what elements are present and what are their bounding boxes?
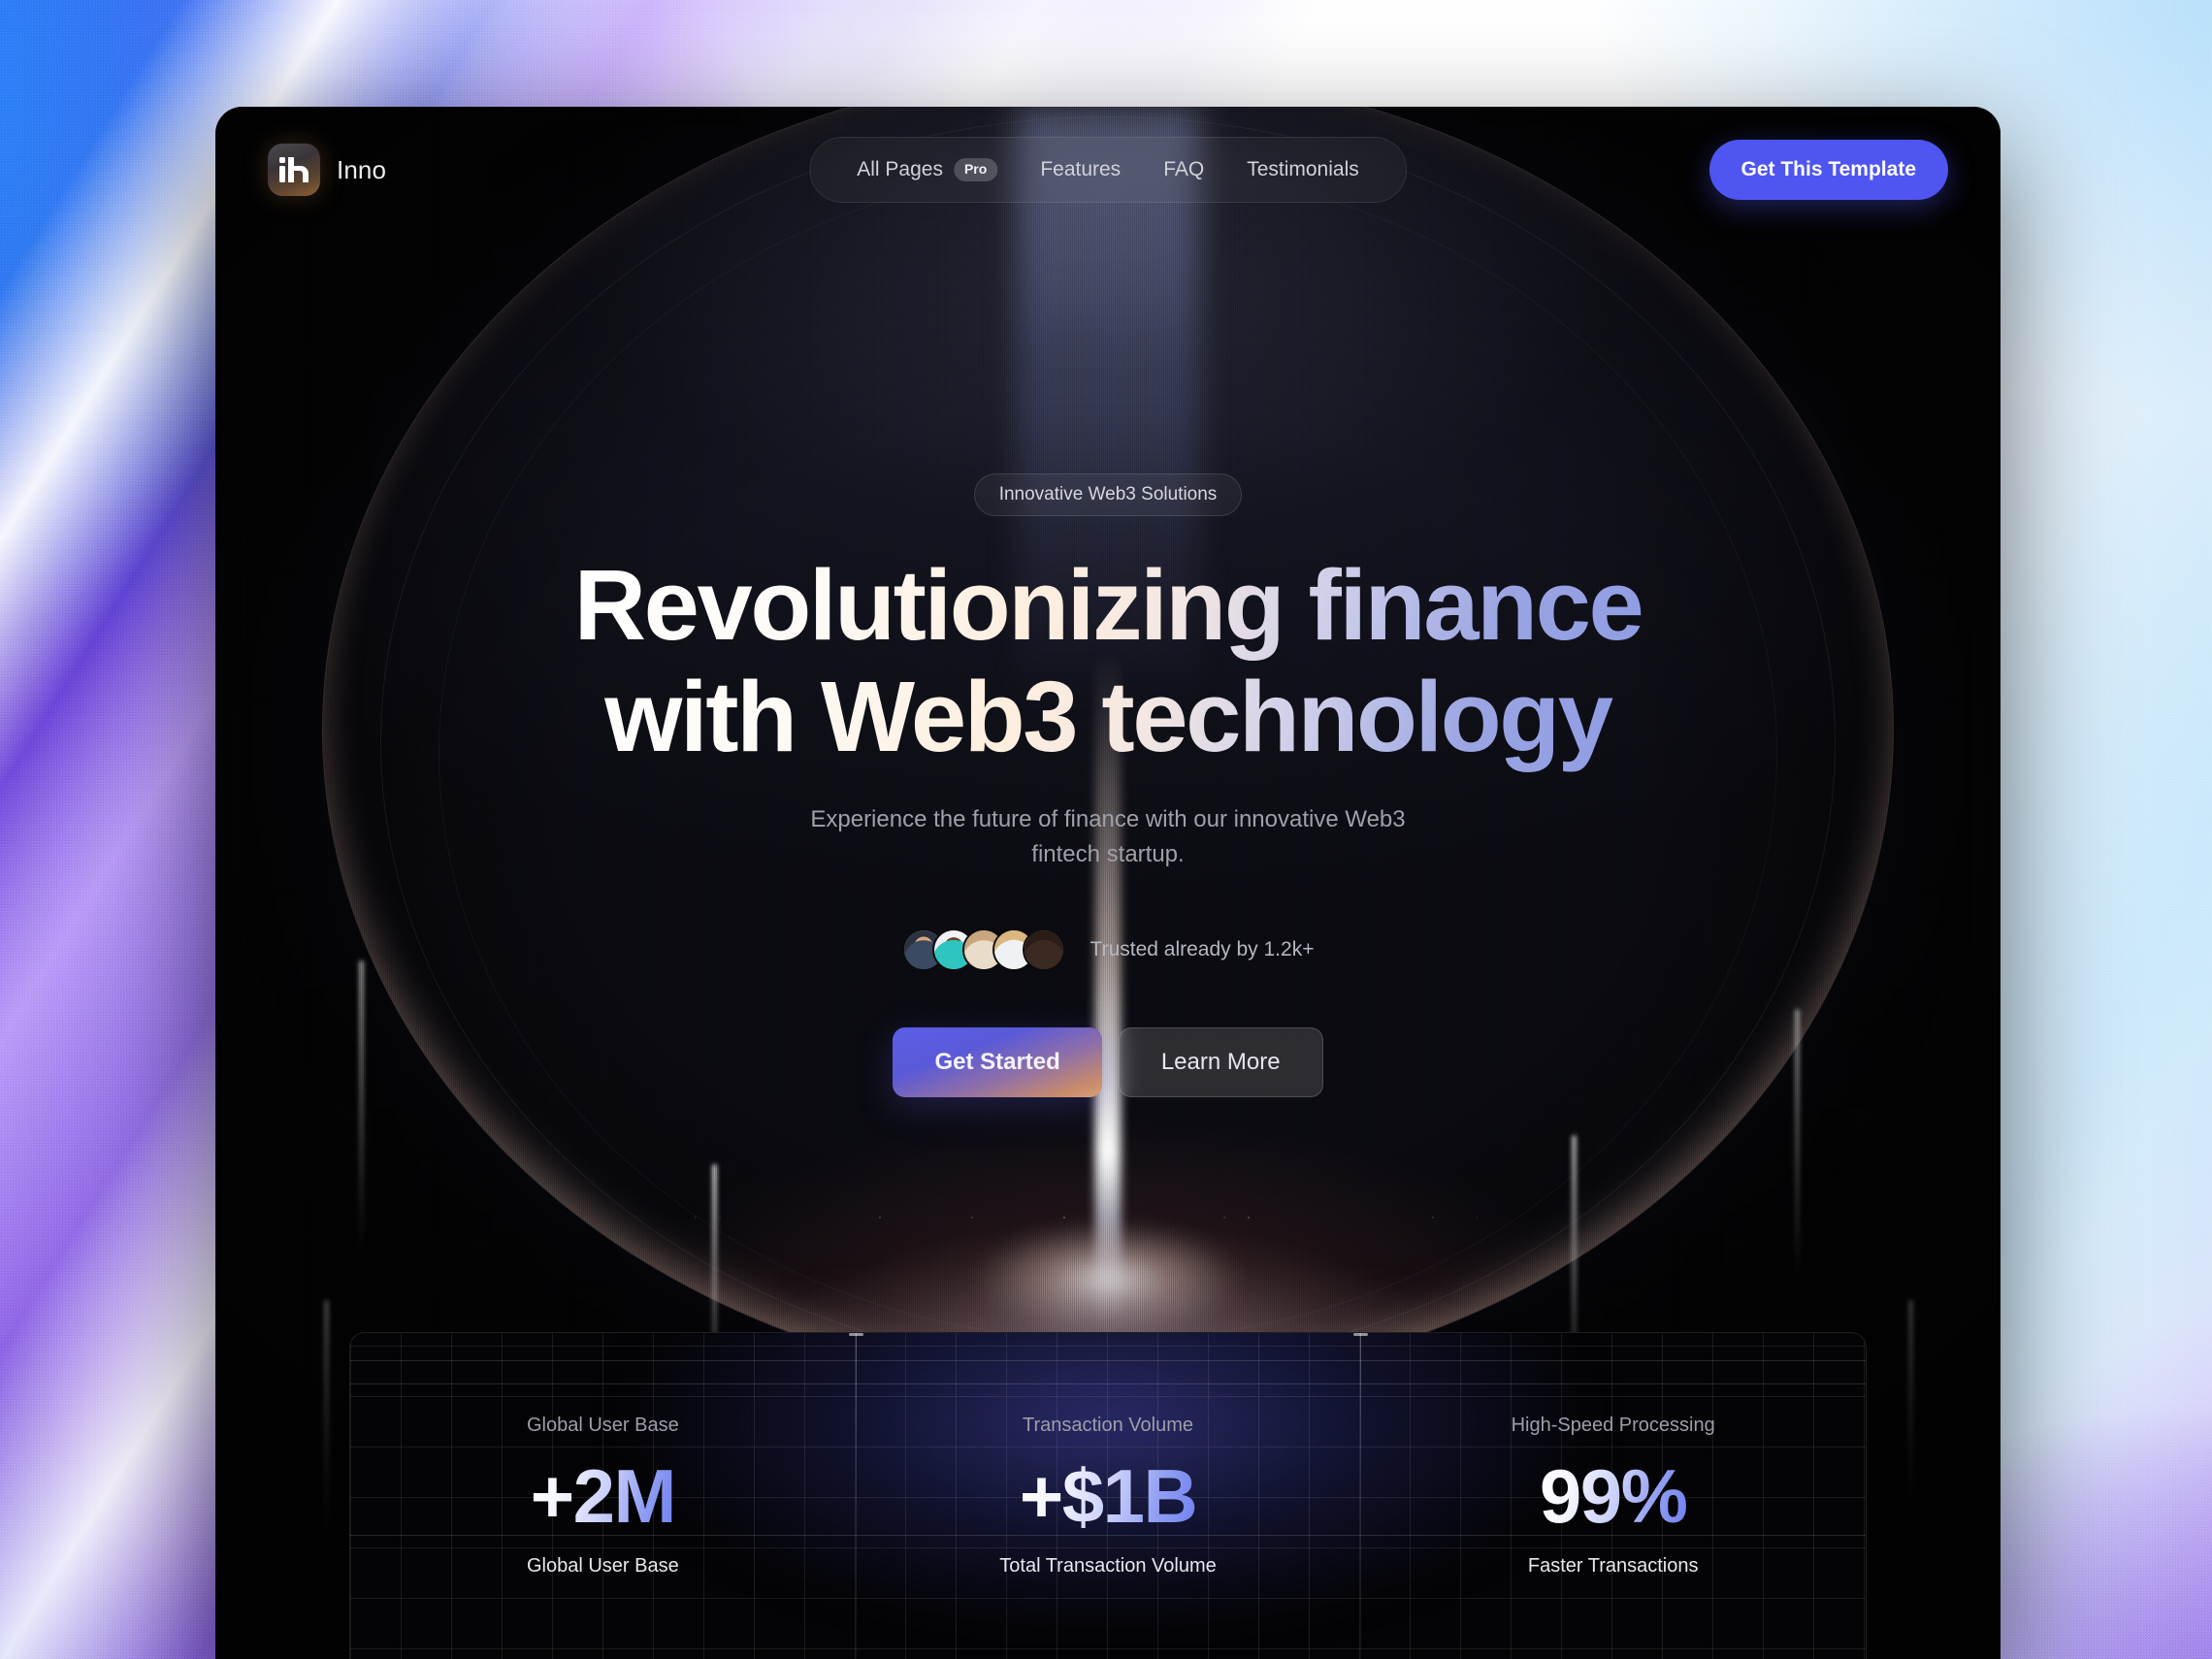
navbar: Inno All Pages Pro Features FAQ Testimon… bbox=[215, 107, 2001, 233]
hero-eyebrow-badge: Innovative Web3 Solutions bbox=[973, 473, 1243, 516]
nav-item-all-pages[interactable]: All Pages Pro bbox=[835, 150, 1019, 189]
get-started-button[interactable]: Get Started bbox=[893, 1026, 1102, 1097]
headline-line-2: with Web3 technology bbox=[604, 661, 1611, 773]
hero-section: Innovative Web3 Solutions Revolutionizin… bbox=[215, 107, 2001, 1097]
headline-line-1: Revolutionizing finance bbox=[573, 549, 1643, 661]
stat-value: 99% bbox=[1539, 1453, 1688, 1539]
avatar bbox=[1022, 927, 1065, 971]
stats-panel: Global User Base +2M Global User Base Tr… bbox=[349, 1332, 1867, 1659]
page-title: Revolutionizing finance with Web3 techno… bbox=[574, 549, 1643, 773]
hero-button-row: Get Started Learn More bbox=[893, 1026, 1323, 1097]
stat-label: Global User Base bbox=[526, 1415, 679, 1436]
nav-item-faq[interactable]: FAQ bbox=[1142, 150, 1225, 189]
nav-item-testimonials-label: Testimonials bbox=[1247, 158, 1359, 180]
nav-menu: All Pages Pro Features FAQ Testimonials bbox=[809, 137, 1407, 203]
stat-value: +2M bbox=[530, 1453, 677, 1539]
nav-item-faq-label: FAQ bbox=[1163, 158, 1205, 180]
brand-name: Inno bbox=[337, 154, 387, 184]
trust-text: Trusted already by 1.2k+ bbox=[1090, 937, 1315, 960]
nav-item-features[interactable]: Features bbox=[1019, 150, 1142, 189]
stat-label: High-Speed Processing bbox=[1511, 1415, 1715, 1436]
get-this-template-button[interactable]: Get This Template bbox=[1708, 140, 1948, 200]
avatar-group bbox=[901, 927, 1065, 971]
stat-description: Faster Transactions bbox=[1527, 1555, 1699, 1577]
stat-description: Global User Base bbox=[526, 1555, 679, 1577]
learn-more-button[interactable]: Learn More bbox=[1118, 1026, 1323, 1097]
page-card: Inno All Pages Pro Features FAQ Testimon… bbox=[215, 107, 2001, 1659]
hero-subtitle: Experience the future of finance with ou… bbox=[810, 805, 1406, 867]
nav-item-all-pages-label: All Pages bbox=[857, 158, 943, 180]
stat-card: Global User Base +2M Global User Base bbox=[350, 1333, 856, 1659]
stat-description: Total Transaction Volume bbox=[999, 1555, 1217, 1577]
brand[interactable]: Inno bbox=[268, 144, 386, 196]
nav-item-testimonials[interactable]: Testimonials bbox=[1225, 150, 1381, 189]
social-proof: Trusted already by 1.2k+ bbox=[901, 927, 1315, 971]
pro-badge: Pro bbox=[953, 158, 998, 181]
stat-card: Transaction Volume +$1B Total Transactio… bbox=[856, 1333, 1361, 1659]
inno-monogram-icon bbox=[268, 144, 320, 196]
stat-value: +$1B bbox=[1019, 1453, 1198, 1539]
stat-label: Transaction Volume bbox=[1023, 1415, 1194, 1436]
nav-item-features-label: Features bbox=[1040, 158, 1122, 180]
stat-card: High-Speed Processing 99% Faster Transac… bbox=[1360, 1333, 1866, 1659]
